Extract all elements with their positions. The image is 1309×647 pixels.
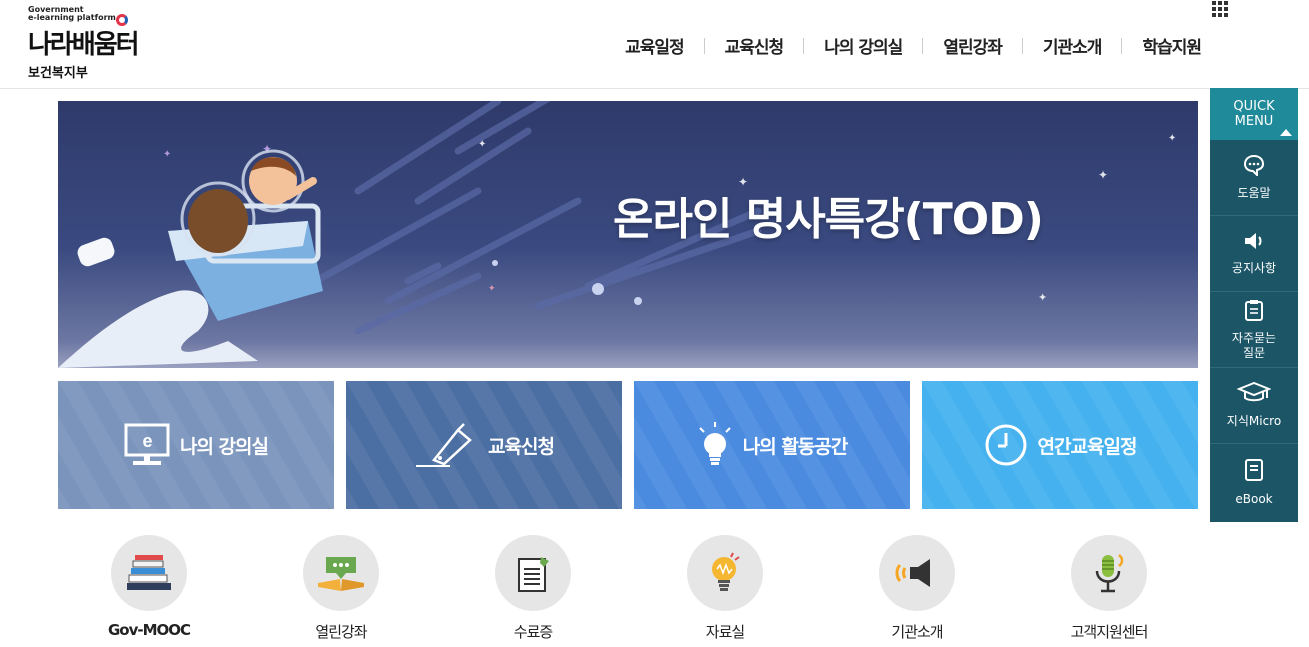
quick-menu-notice[interactable]: 공지사항 xyxy=(1210,216,1298,292)
shortcut-tiles: e 나의 강의실 교육신청 나의 활동공간 연간교육일정 xyxy=(58,381,1198,509)
svg-text:✦: ✦ xyxy=(1098,168,1108,182)
svg-text:✦: ✦ xyxy=(1168,133,1176,144)
tile-my-activity[interactable]: 나의 활동공간 xyxy=(634,381,910,509)
collapse-arrow-icon xyxy=(1280,129,1292,136)
svg-text:✦: ✦ xyxy=(163,149,171,160)
tile-label: 교육신청 xyxy=(488,435,555,458)
ministry-name: 보건복지부 xyxy=(28,66,88,81)
nav-item-my-classroom[interactable]: 나의 강의실 xyxy=(804,33,922,58)
main-nav: 교육일정 교육신청 나의 강의실 열린강좌 기관소개 학습지원 xyxy=(605,33,1221,58)
service-gov-mooc[interactable]: Gov-MOOC xyxy=(79,535,219,639)
tile-label: 나의 활동공간 xyxy=(742,435,848,458)
service-customer-center[interactable]: 고객지원센터 xyxy=(1039,535,1179,642)
service-label: 열린강좌 xyxy=(315,623,367,641)
banner-title: 온라인 명사특강(TOD) xyxy=(613,194,1044,245)
quick-menu-label: 도움말 xyxy=(1237,186,1271,200)
nav-item-about[interactable]: 기관소개 xyxy=(1023,33,1122,58)
service-label: 고객지원센터 xyxy=(1070,623,1149,641)
clock-icon xyxy=(984,423,1028,467)
nav-item-apply[interactable]: 교육신청 xyxy=(705,33,804,58)
chat-bubble-icon xyxy=(1243,154,1265,180)
tile-my-classroom[interactable]: e 나의 강의실 xyxy=(58,381,334,509)
tile-label: 연간교육일정 xyxy=(1037,435,1138,458)
graduation-cap-icon xyxy=(1236,381,1272,408)
microphone-icon xyxy=(1071,535,1147,611)
books-icon xyxy=(111,535,187,611)
tile-annual-schedule[interactable]: 연간교육일정 xyxy=(922,381,1198,509)
service-label: Gov-MOOC xyxy=(107,621,191,639)
quick-menu-help[interactable]: 도움말 xyxy=(1210,140,1298,216)
lightbulb-icon xyxy=(687,535,763,611)
ebook-icon xyxy=(1244,458,1264,486)
site-logo[interactable]: Government e-learning platform 나라배움터 xyxy=(28,6,140,61)
grid-icon[interactable] xyxy=(1212,1,1228,17)
tile-apply[interactable]: 교육신청 xyxy=(346,381,622,509)
speaker-icon xyxy=(1243,231,1265,255)
site-header: Government e-learning platform 나라배움터 보건복… xyxy=(0,0,1309,89)
service-label: 자료실 xyxy=(705,623,745,641)
pen-icon xyxy=(414,422,478,468)
logo-korean: 나라배움터 xyxy=(28,30,140,60)
quick-menu-header[interactable]: QUICK MENU xyxy=(1210,88,1298,140)
service-label: 수료증 xyxy=(513,623,553,641)
quick-menu-ebook[interactable]: eBook xyxy=(1210,444,1298,520)
certificate-icon xyxy=(495,535,571,611)
quick-menu-label: 공지사항 xyxy=(1231,261,1277,275)
quick-menu-title-line1: QUICK xyxy=(1233,99,1275,114)
nav-item-open-lectures[interactable]: 열린강좌 xyxy=(923,33,1022,58)
svg-text:✦: ✦ xyxy=(478,139,486,150)
service-open-lectures[interactable]: 열린강좌 xyxy=(271,535,411,642)
service-archive[interactable]: 자료실 xyxy=(655,535,795,642)
clipboard-icon xyxy=(1244,299,1264,325)
lightbulb-icon xyxy=(697,422,733,468)
quick-menu-label: eBook xyxy=(1235,491,1273,506)
tile-label: 나의 강의실 xyxy=(179,435,269,458)
megaphone-icon xyxy=(879,535,955,611)
quick-menu-faq[interactable]: 자주묻는 질문 xyxy=(1210,292,1298,368)
service-label: 기관소개 xyxy=(891,623,943,641)
svg-text:✦: ✦ xyxy=(1038,291,1047,304)
quick-menu-label-line2: 질문 xyxy=(1242,345,1266,360)
svg-text:e: e xyxy=(142,431,152,451)
main-banner[interactable]: ✦ ✦ ✦ ✦ ✦ ✦ ✦ ✦ 온라인 명사특강(TOD) xyxy=(58,101,1198,368)
service-certificate[interactable]: 수료증 xyxy=(463,535,603,642)
open-book-icon xyxy=(303,535,379,611)
quick-menu-label: 지식Micro xyxy=(1226,414,1282,428)
logo-mark-icon xyxy=(116,14,128,26)
quick-menu-title-line2: MENU xyxy=(1234,114,1274,129)
nav-item-support[interactable]: 학습지원 xyxy=(1122,33,1221,58)
svg-text:✦: ✦ xyxy=(488,284,496,294)
service-about[interactable]: 기관소개 xyxy=(847,535,987,642)
quick-menu-micro[interactable]: 지식Micro xyxy=(1210,368,1298,444)
quick-menu-label-line1: 자주묻는 xyxy=(1231,330,1277,345)
nav-item-schedule[interactable]: 교육일정 xyxy=(605,33,704,58)
monitor-e-icon: e xyxy=(124,423,170,467)
quick-menu: QUICK MENU 도움말 공지사항 자주묻는 질문 지식Micro eBoo… xyxy=(1210,88,1298,522)
service-shortcuts: Gov-MOOC 열린강좌 수료증 자료실 기관소개 고객지원센터 xyxy=(58,535,1198,645)
